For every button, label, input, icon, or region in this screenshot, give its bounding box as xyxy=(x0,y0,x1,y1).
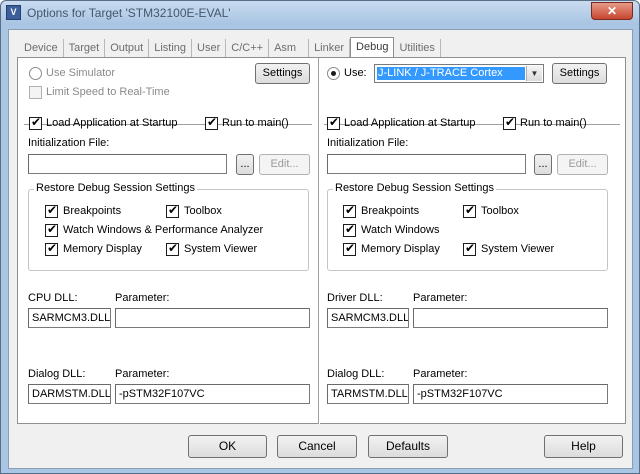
dialog-dll-parameter-label-right: Parameter: xyxy=(413,368,468,380)
breakpoints-label-right: Breakpoints xyxy=(361,205,420,217)
system-viewer-label-right: System Viewer xyxy=(481,243,555,255)
ok-button[interactable]: OK xyxy=(188,435,267,458)
use-simulator-radio[interactable] xyxy=(29,67,42,80)
help-button[interactable]: Help xyxy=(544,435,623,458)
system-viewer-checkbox-left[interactable] xyxy=(166,241,179,256)
simulator-settings-button[interactable]: Settings xyxy=(255,63,310,84)
load-app-checkbox-left[interactable] xyxy=(29,115,42,130)
dialog-dll-input-left[interactable]: DARMSTM.DLL xyxy=(28,384,111,404)
restore-group-title-left: Restore Debug Session Settings xyxy=(34,182,197,194)
run-to-main-label-right: Run to main() xyxy=(520,117,587,129)
limit-speed-checkbox[interactable] xyxy=(29,86,42,99)
run-to-main-checkbox-left[interactable] xyxy=(205,115,218,130)
driver-dll-input[interactable]: SARMCM3.DLL xyxy=(327,308,409,328)
debugger-settings-button[interactable]: Settings xyxy=(552,63,607,84)
init-file-label-left: Initialization File: xyxy=(28,137,110,149)
watch-windows-checkbox-left[interactable] xyxy=(45,222,58,237)
cpu-dll-parameter-input[interactable] xyxy=(115,308,310,328)
toolbox-checkbox-right[interactable] xyxy=(463,203,476,218)
dialog-dll-parameter-input-right[interactable]: -pSTM32F107VC xyxy=(413,384,608,404)
driver-dll-parameter-label: Parameter: xyxy=(413,292,468,304)
app-icon: V xyxy=(6,5,21,20)
tab-linker[interactable]: Linker xyxy=(309,39,351,57)
watch-windows-label-right: Watch Windows xyxy=(361,224,440,236)
system-viewer-label-left: System Viewer xyxy=(184,243,258,255)
browse-button-right[interactable]: ... xyxy=(534,154,552,175)
system-viewer-checkbox-right[interactable] xyxy=(463,241,476,256)
defaults-button[interactable]: Defaults xyxy=(368,435,448,458)
watch-windows-label-left: Watch Windows & Performance Analyzer xyxy=(63,224,264,236)
options-dialog: V Options for Target 'STM32100E-EVAL' ✕ … xyxy=(0,0,640,474)
init-file-input-left[interactable] xyxy=(28,154,227,174)
breakpoints-checkbox-right[interactable] xyxy=(343,203,356,218)
toolbox-label-right: Toolbox xyxy=(481,205,519,217)
init-file-label-right: Initialization File: xyxy=(327,137,409,149)
window-title: Options for Target 'STM32100E-EVAL' xyxy=(27,6,231,20)
debug-panel: Use Simulator Limit Speed to Real-Time S… xyxy=(17,57,626,424)
tab-output[interactable]: Output xyxy=(105,39,150,57)
close-button[interactable]: ✕ xyxy=(591,2,633,20)
use-debugger-radio[interactable] xyxy=(327,67,340,80)
driver-dll-parameter-input[interactable] xyxy=(413,308,608,328)
cpu-dll-parameter-label: Parameter: xyxy=(115,292,170,304)
tab-strip: Device Target Output Listing User C/C++ … xyxy=(19,37,441,58)
tab-asm[interactable]: Asm xyxy=(269,39,310,57)
tab-target[interactable]: Target xyxy=(64,39,106,57)
memory-display-label-left: Memory Display xyxy=(63,243,142,255)
edit-button-left[interactable]: Edit... xyxy=(259,154,310,175)
dialog-dll-parameter-input-left[interactable]: -pSTM32F107VC xyxy=(115,384,310,404)
toolbox-label-left: Toolbox xyxy=(184,205,222,217)
title-bar[interactable]: V Options for Target 'STM32100E-EVAL' ✕ xyxy=(1,1,639,25)
tab-device[interactable]: Device xyxy=(19,39,64,57)
edit-button-right[interactable]: Edit... xyxy=(557,154,608,175)
browse-button-left[interactable]: ... xyxy=(236,154,254,175)
tab-c-cpp[interactable]: C/C++ xyxy=(226,39,270,57)
dialog-client: Device Target Output Listing User C/C++ … xyxy=(8,29,633,469)
limit-speed-label: Limit Speed to Real-Time xyxy=(46,86,170,98)
driver-dll-label: Driver DLL: xyxy=(327,292,383,304)
dialog-dll-parameter-label-left: Parameter: xyxy=(115,368,170,380)
memory-display-label-right: Memory Display xyxy=(361,243,440,255)
load-app-label-right: Load Application at Startup xyxy=(344,117,476,129)
debugger-select[interactable]: J-LINK / J-TRACE Cortex ▼ xyxy=(374,64,544,83)
column-divider xyxy=(318,58,320,424)
debugger-select-value: J-LINK / J-TRACE Cortex xyxy=(377,67,525,80)
tab-debug[interactable]: Debug xyxy=(350,37,395,58)
chevron-down-icon[interactable]: ▼ xyxy=(526,66,542,81)
dialog-dll-label-right: Dialog DLL: xyxy=(327,368,385,380)
init-file-input-right[interactable] xyxy=(327,154,526,174)
cpu-dll-input[interactable]: SARMCM3.DLL xyxy=(28,308,111,328)
dialog-dll-input-right[interactable]: TARMSTM.DLL xyxy=(327,384,409,404)
use-label: Use: xyxy=(344,67,367,79)
restore-group-title-right: Restore Debug Session Settings xyxy=(333,182,496,194)
cpu-dll-label: CPU DLL: xyxy=(28,292,78,304)
tab-utilities[interactable]: Utilities xyxy=(394,39,441,57)
use-simulator-label: Use Simulator xyxy=(46,67,116,79)
run-to-main-label-left: Run to main() xyxy=(222,117,289,129)
load-app-label-left: Load Application at Startup xyxy=(46,117,178,129)
watch-windows-checkbox-right[interactable] xyxy=(343,222,356,237)
cancel-button[interactable]: Cancel xyxy=(277,435,357,458)
memory-display-checkbox-right[interactable] xyxy=(343,241,356,256)
dialog-dll-label-left: Dialog DLL: xyxy=(28,368,86,380)
run-to-main-checkbox-right[interactable] xyxy=(503,115,516,130)
toolbox-checkbox-left[interactable] xyxy=(166,203,179,218)
tab-user[interactable]: User xyxy=(192,39,227,57)
breakpoints-label-left: Breakpoints xyxy=(63,205,122,217)
memory-display-checkbox-left[interactable] xyxy=(45,241,58,256)
tab-listing[interactable]: Listing xyxy=(149,39,193,57)
breakpoints-checkbox-left[interactable] xyxy=(45,203,58,218)
load-app-checkbox-right[interactable] xyxy=(327,115,340,130)
